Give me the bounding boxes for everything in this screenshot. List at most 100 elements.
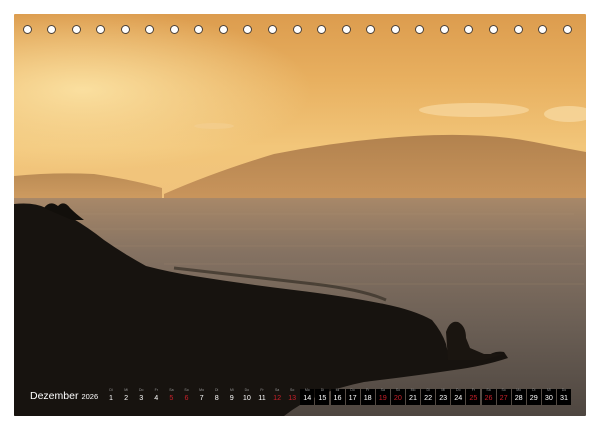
calendar-day: Sa 26 (481, 388, 496, 405)
calendar-day: Fr 18 (360, 388, 375, 405)
calendar-day: Mi 30 (541, 388, 556, 405)
weekday-abbr: Mo (304, 388, 310, 392)
weekday-abbr: Fr (154, 388, 158, 392)
weekday-abbr: Fr (260, 388, 264, 392)
calendar-day: Sa 19 (375, 388, 390, 405)
binding-hole (562, 25, 572, 34)
day-number: 15 (318, 393, 327, 402)
weekday-abbr: So (501, 388, 506, 392)
weekday-abbr: Mi (547, 388, 551, 392)
binding-hole (439, 25, 449, 34)
day-number: 10 (242, 393, 251, 402)
binding-hole (47, 25, 57, 34)
calendar-day: Fr 11 (255, 388, 269, 405)
weekday-abbr: Mi (335, 388, 340, 392)
calendar-day: Mo 28 (511, 388, 526, 405)
binding-hole (194, 25, 204, 34)
weekday-abbr: Di (426, 388, 430, 392)
weekday-abbr: So (395, 388, 401, 392)
weekday-abbr: So (184, 388, 189, 392)
calendar-day: Fr 4 (149, 388, 163, 405)
day-number: 27 (499, 393, 508, 402)
weekday-abbr: Di (215, 388, 219, 392)
day-number: 19 (378, 393, 387, 402)
day-number: 26 (484, 393, 493, 402)
day-number: 6 (184, 393, 189, 402)
day-number: 29 (529, 393, 538, 402)
calendar-day: Mi 16 (330, 388, 345, 405)
weekday-abbr: Di (532, 388, 536, 392)
year-label: 2026 (81, 392, 99, 401)
binding-hole (366, 25, 376, 34)
day-number: 17 (348, 393, 357, 402)
month-name: Dezember (30, 390, 79, 402)
day-number: 7 (199, 393, 204, 402)
binding-hole (390, 25, 400, 34)
day-number: 25 (469, 393, 478, 402)
calendar-strip: Dezember 2026 Di 1 Mi 2 Do 3 Fr 4 Sa 5 So 6 Mo 7 Di 8 Mi 9… (24, 388, 576, 405)
binding-hole (292, 25, 302, 34)
day-number: 18 (363, 393, 372, 402)
binding-hole (317, 25, 327, 34)
calendar-day: Mo 7 (195, 388, 209, 405)
binding-hole (96, 25, 106, 34)
weekday-abbr: Mi (229, 388, 234, 392)
day-number: 21 (409, 393, 417, 402)
weekday-abbr: Fr (366, 388, 370, 392)
calendar-day: Mi 23 (436, 388, 451, 405)
day-number: 11 (258, 393, 266, 402)
weekday-abbr: Di (109, 388, 113, 392)
binding-hole (218, 25, 228, 34)
calendar-day: Di 8 (210, 388, 224, 405)
weekday-abbr: Di (320, 388, 325, 392)
day-number: 4 (154, 393, 159, 402)
calendar-day: Di 1 (104, 388, 118, 405)
day-number: 9 (229, 393, 234, 402)
weekday-abbr: Do (561, 388, 567, 392)
weekday-abbr: Sa (274, 388, 280, 392)
calendar-day: Mo 21 (406, 388, 420, 405)
binding-hole (268, 25, 277, 34)
binding-hole (513, 25, 523, 34)
day-number: 28 (514, 393, 523, 402)
weekday-abbr: Sa (486, 388, 491, 392)
landscape-photo (14, 14, 586, 416)
day-number: 3 (139, 393, 144, 402)
weekday-abbr: Sa (169, 388, 174, 392)
calendar-day: So 27 (496, 388, 511, 405)
calendar-day: Mo 14 (300, 388, 315, 405)
calendar-day: Sa 5 (164, 388, 178, 405)
weekday-abbr: Mo (410, 388, 416, 392)
binding-hole (71, 25, 81, 34)
day-number: 23 (439, 393, 448, 402)
binding-hole (341, 25, 351, 34)
day-number: 5 (169, 393, 174, 402)
weekday-abbr: Do (244, 388, 250, 392)
calendar-day: Di 22 (421, 388, 436, 405)
calendar-day: Mi 2 (119, 388, 133, 405)
day-number: 20 (393, 393, 402, 402)
calendar-day: Do 17 (345, 388, 360, 405)
weekday-abbr: Do (456, 388, 461, 392)
weekday-abbr: Mo (199, 388, 205, 392)
calendar-day: Do 10 (240, 388, 254, 405)
calendar-day: Di 15 (315, 388, 330, 405)
weekday-abbr: Mo (516, 388, 522, 392)
weekday-abbr: Sa (380, 388, 385, 392)
weekday-abbr: Mi (441, 388, 446, 392)
calendar-day: Di 29 (526, 388, 541, 405)
weekday-abbr: So (290, 388, 295, 392)
weekday-abbr: Mi (124, 388, 128, 392)
calendar-day: So 6 (180, 388, 194, 405)
binding-hole (415, 25, 425, 34)
binding-hole (120, 25, 130, 34)
month-label: Dezember 2026 (30, 390, 98, 403)
binding-hole (22, 25, 32, 34)
binding-hole (488, 25, 498, 34)
day-number: 2 (124, 393, 129, 402)
day-number: 22 (424, 393, 433, 402)
day-number: 14 (303, 393, 312, 402)
calendar-day: Do 24 (451, 388, 466, 405)
day-number: 12 (273, 393, 282, 402)
calendar-day: So 20 (390, 388, 405, 405)
